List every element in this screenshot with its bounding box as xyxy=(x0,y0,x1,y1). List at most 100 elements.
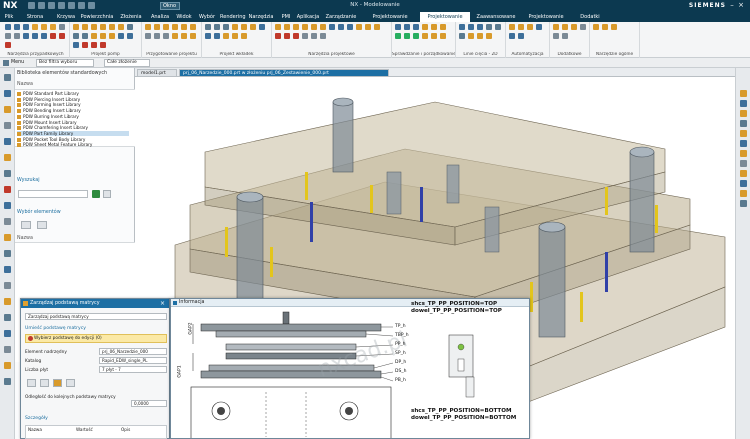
library-item[interactable]: PDW Burring Insert Library xyxy=(17,114,129,120)
ribbon-command-icon[interactable] xyxy=(553,24,559,30)
ribbon-command-icon[interactable] xyxy=(82,24,88,30)
ribbon-command-icon[interactable] xyxy=(431,33,437,39)
ribbon-command-icon[interactable] xyxy=(118,24,124,30)
navigator-icon[interactable] xyxy=(4,74,11,81)
navigator-icon[interactable] xyxy=(4,330,11,337)
tab-17[interactable]: Dodatki xyxy=(572,12,608,22)
ribbon-command-icon[interactable] xyxy=(91,24,97,30)
ribbon-command-icon[interactable] xyxy=(100,24,106,30)
ribbon-command-icon[interactable] xyxy=(154,33,160,39)
tab-5[interactable]: Analiza xyxy=(148,12,172,22)
ribbon-command-icon[interactable] xyxy=(190,33,196,39)
navigator-icon[interactable] xyxy=(4,282,11,289)
ribbon-command-icon[interactable] xyxy=(553,33,559,39)
menu-button[interactable]: Menu xyxy=(11,60,24,65)
view-command-icon[interactable] xyxy=(740,90,747,97)
ribbon-command-icon[interactable] xyxy=(486,24,492,30)
ribbon-command-icon[interactable] xyxy=(223,33,229,39)
view-command-icon[interactable] xyxy=(740,180,747,187)
ribbon-command-icon[interactable] xyxy=(422,24,428,30)
minimize-icon[interactable]: – xyxy=(728,1,736,10)
ribbon-command-icon[interactable] xyxy=(459,33,465,39)
member-section-header[interactable]: Wybór elementów xyxy=(17,210,133,217)
ribbon-command-icon[interactable] xyxy=(468,33,474,39)
library-item[interactable]: PDW Part Family Library xyxy=(17,130,129,137)
search-input[interactable] xyxy=(18,190,88,198)
ribbon-command-icon[interactable] xyxy=(73,42,79,48)
view-mode-icon[interactable] xyxy=(21,221,31,229)
place-section-header[interactable]: Umieść podstawę matrycy xyxy=(25,326,86,331)
selection-filter-select[interactable]: Bez filtra wyboru xyxy=(36,59,94,67)
ribbon-command-icon[interactable] xyxy=(509,33,515,39)
ribbon-command-icon[interactable] xyxy=(23,24,29,30)
close-icon[interactable]: × xyxy=(737,1,745,10)
ribbon-command-icon[interactable] xyxy=(232,33,238,39)
ribbon-command-icon[interactable] xyxy=(580,24,586,30)
ribbon-command-icon[interactable] xyxy=(320,33,326,39)
ribbon-command-icon[interactable] xyxy=(459,24,465,30)
plate-table-icon[interactable] xyxy=(66,379,75,387)
ribbon-command-icon[interactable] xyxy=(275,24,281,30)
menu-icon[interactable] xyxy=(3,60,9,66)
search-section-header[interactable]: Wyszukaj xyxy=(17,178,133,185)
navigator-icon[interactable] xyxy=(4,106,11,113)
plate-count-select[interactable]: 7 płyt - 7 xyxy=(99,366,167,373)
ribbon-command-icon[interactable] xyxy=(250,24,256,30)
ribbon-command-icon[interactable] xyxy=(495,24,501,30)
tab-11[interactable]: Aplikacja xyxy=(296,12,320,22)
navigator-icon[interactable] xyxy=(4,362,11,369)
ribbon-command-icon[interactable] xyxy=(232,24,238,30)
plate-stack-icon[interactable] xyxy=(40,379,49,387)
tab-3[interactable]: Powierzchnia xyxy=(80,12,114,22)
selection-scope-select[interactable]: Całe złożenie xyxy=(104,59,150,67)
tab-13[interactable]: Projektowanie wkładek xyxy=(362,12,418,30)
ribbon-command-icon[interactable] xyxy=(527,24,533,30)
file-tab-1[interactable]: prj_06_Narzedzie_000.prt w złożeniu prj_… xyxy=(179,69,389,77)
ribbon-command-icon[interactable] xyxy=(5,33,11,39)
view-command-icon[interactable] xyxy=(740,200,747,207)
tab-6[interactable]: Widok xyxy=(174,12,194,22)
navigator-icon[interactable] xyxy=(4,218,11,225)
navigator-icon[interactable] xyxy=(4,298,11,305)
ribbon-command-icon[interactable] xyxy=(241,33,247,39)
ribbon-command-icon[interactable] xyxy=(440,24,446,30)
search-go-icon[interactable] xyxy=(92,190,100,198)
ribbon-command-icon[interactable] xyxy=(571,24,577,30)
ribbon-command-icon[interactable] xyxy=(395,33,401,39)
ribbon-command-icon[interactable] xyxy=(109,24,115,30)
view-command-icon[interactable] xyxy=(740,160,747,167)
ribbon-command-icon[interactable] xyxy=(536,24,542,30)
ribbon-command-icon[interactable] xyxy=(413,24,419,30)
ribbon-command-icon[interactable] xyxy=(477,24,483,30)
ribbon-command-icon[interactable] xyxy=(214,33,220,39)
tab-15[interactable]: Zaawansowane płyty xyxy=(472,12,520,30)
ribbon-command-icon[interactable] xyxy=(347,24,353,30)
ribbon-command-icon[interactable] xyxy=(41,24,47,30)
ribbon-command-icon[interactable] xyxy=(284,33,290,39)
ribbon-command-icon[interactable] xyxy=(320,24,326,30)
tab-9[interactable]: Narzędzia xyxy=(246,12,276,22)
navigator-icon[interactable] xyxy=(4,378,11,385)
parent-select[interactable]: prj_06_Narzedzie_000 xyxy=(99,348,167,355)
navigator-icon[interactable] xyxy=(4,170,11,177)
ribbon-command-icon[interactable] xyxy=(127,24,133,30)
ribbon-command-icon[interactable] xyxy=(205,33,211,39)
ribbon-command-icon[interactable] xyxy=(562,33,568,39)
ribbon-command-icon[interactable] xyxy=(440,33,446,39)
file-tab-0[interactable]: model1.prt xyxy=(137,69,177,77)
ribbon-command-icon[interactable] xyxy=(611,24,617,30)
navigator-icon[interactable] xyxy=(4,138,11,145)
tab-8[interactable]: Rendering xyxy=(220,12,246,22)
plate-layout-icon[interactable] xyxy=(27,379,36,387)
ribbon-command-icon[interactable] xyxy=(14,24,20,30)
ribbon-command-icon[interactable] xyxy=(365,24,371,30)
navigator-icon[interactable] xyxy=(4,250,11,257)
navigator-icon[interactable] xyxy=(4,314,11,321)
ribbon-command-icon[interactable] xyxy=(404,33,410,39)
tab-7[interactable]: Wybór xyxy=(196,12,218,22)
tab-0[interactable]: Plik xyxy=(2,12,16,22)
offset-input[interactable]: 0,0000 xyxy=(131,400,167,407)
ribbon-command-icon[interactable] xyxy=(602,24,608,30)
view-command-icon[interactable] xyxy=(740,110,747,117)
ribbon-command-icon[interactable] xyxy=(154,24,160,30)
